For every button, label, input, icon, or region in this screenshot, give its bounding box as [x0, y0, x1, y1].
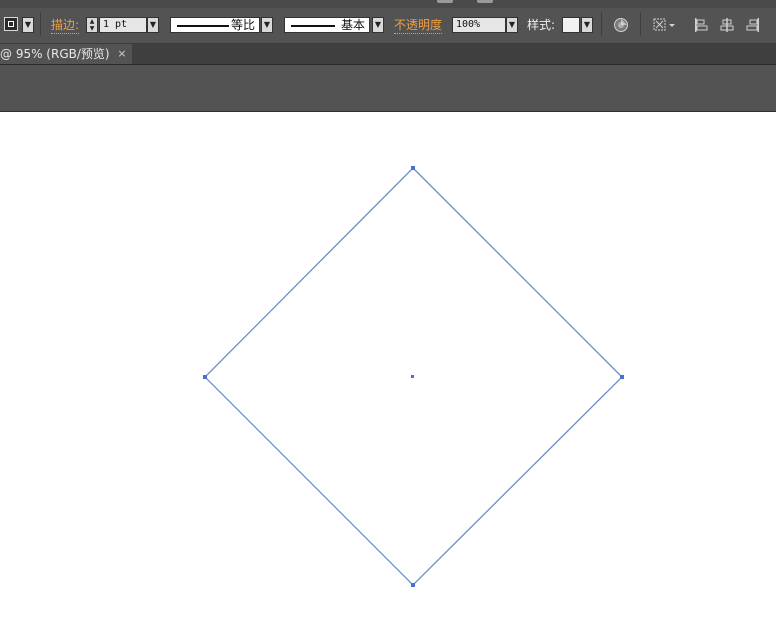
artwork-canvas — [203, 166, 624, 587]
close-tab-icon[interactable]: × — [116, 44, 128, 64]
align-horizontal-center-icon[interactable] — [718, 16, 736, 34]
variable-width-profile-value: 等比 — [230, 18, 255, 32]
anchor-point-right[interactable] — [620, 375, 624, 379]
recolor-artwork-icon[interactable] — [612, 16, 630, 34]
anchor-point-top[interactable] — [411, 166, 415, 170]
brush-dropdown-button[interactable]: ▼ — [372, 17, 384, 33]
center-point[interactable] — [411, 375, 414, 378]
divider — [601, 12, 602, 36]
brush-definition-field[interactable]: 基本 — [284, 17, 370, 33]
menu-strip — [0, 0, 776, 8]
opacity-input[interactable]: 100% — [452, 17, 506, 33]
control-bar: ▼ 描边: ▲ ▼ 1 pt ▼ 等比 ▼ 基本 ▼ 不透明度 100% ▼ 样式… — [0, 0, 776, 44]
arrange-icon[interactable] — [437, 0, 453, 3]
graphic-style-swatch[interactable] — [562, 17, 580, 33]
illustrator-window: ▼ 描边: ▲ ▼ 1 pt ▼ 等比 ▼ 基本 ▼ 不透明度 100% ▼ 样式… — [0, 0, 776, 617]
style-label: 样式: — [527, 18, 556, 32]
stroke-weight-stepper[interactable]: ▲ ▼ — [86, 17, 98, 33]
profile-dropdown-button[interactable]: ▼ — [261, 17, 273, 33]
profile-preview-line — [177, 25, 229, 27]
stroke-weight-input[interactable]: 1 pt — [99, 17, 147, 33]
pasteboard — [0, 65, 776, 112]
style-dropdown-button[interactable]: ▼ — [581, 17, 593, 33]
align-right-icon[interactable] — [744, 16, 762, 34]
workspace-icon[interactable] — [477, 0, 493, 3]
brush-preview-line — [291, 25, 335, 27]
document-tab-title: @ 95% (RGB/预览) — [0, 47, 110, 61]
opacity-label[interactable]: 不透明度 — [394, 17, 443, 34]
fill-dropdown-button[interactable]: ▼ — [22, 17, 34, 33]
document-tab[interactable]: @ 95% (RGB/预览) × — [0, 44, 132, 64]
stroke-weight-dropdown-button[interactable]: ▼ — [147, 17, 159, 33]
align-left-icon[interactable] — [692, 16, 710, 34]
variable-width-profile-field[interactable]: 等比 — [170, 17, 260, 33]
document-tab-bar: @ 95% (RGB/预览) × — [0, 44, 776, 65]
artboard[interactable] — [0, 112, 776, 617]
stroke-label[interactable]: 描边: — [51, 17, 80, 34]
transform-options-icon[interactable] — [652, 16, 678, 34]
opacity-dropdown-button[interactable]: ▼ — [506, 17, 518, 33]
divider — [640, 12, 641, 36]
anchor-point-bottom[interactable] — [411, 583, 415, 587]
brush-definition-value: 基本 — [340, 18, 365, 32]
anchor-point-left[interactable] — [203, 375, 207, 379]
divider — [40, 12, 41, 36]
fill-color-swatch[interactable] — [4, 17, 18, 31]
